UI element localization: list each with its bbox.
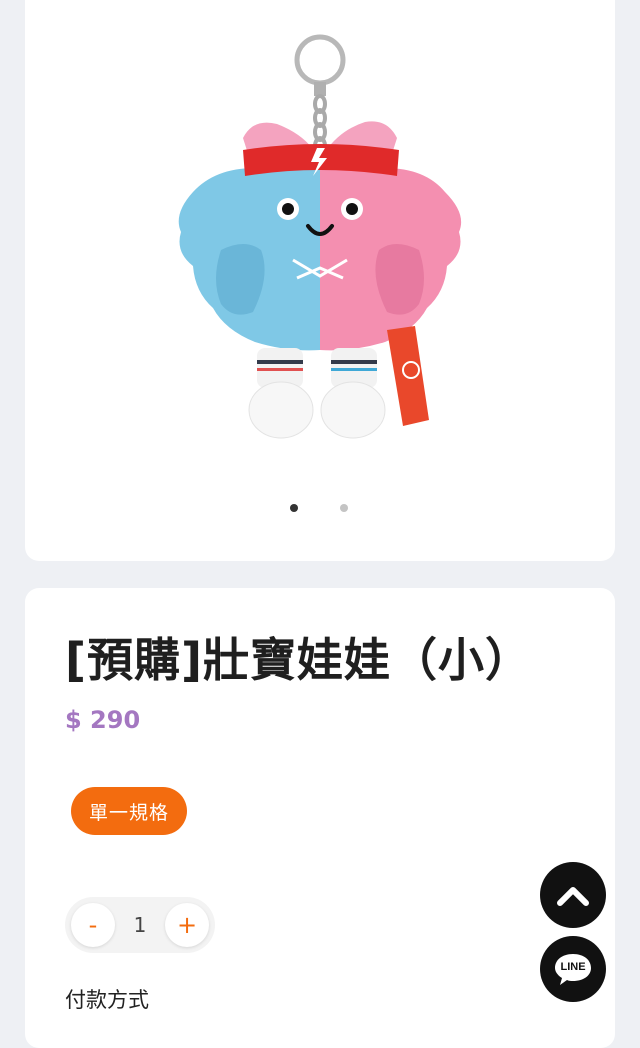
quantity-stepper: - 1 +	[65, 897, 215, 953]
carousel-dot-active[interactable]	[290, 504, 298, 512]
line-label: LINE	[560, 961, 586, 973]
product-info-card: [預購]壯寶娃娃（小） $ 290 單一規格 - 1 + 付款方式	[25, 588, 615, 1048]
scroll-to-top-button[interactable]	[540, 862, 606, 928]
variant-option-button[interactable]: 單一規格	[71, 787, 187, 835]
product-price: $ 290	[65, 706, 141, 734]
quantity-value[interactable]: 1	[125, 913, 155, 937]
line-chat-button[interactable]: LINE	[540, 936, 606, 1002]
product-image-card	[25, 0, 615, 561]
image-carousel-dots	[25, 504, 615, 514]
quantity-decrease-button[interactable]: -	[71, 903, 115, 947]
line-chat-icon: LINE	[553, 952, 593, 986]
payment-method-label: 付款方式	[65, 988, 149, 1012]
keyring-icon	[294, 34, 346, 86]
product-image[interactable]	[25, 0, 615, 480]
product-title: [預購]壯寶娃娃（小）	[65, 633, 533, 687]
carousel-dot[interactable]	[340, 504, 348, 512]
chevron-up-icon	[557, 887, 589, 906]
quantity-increase-button[interactable]: +	[165, 903, 209, 947]
